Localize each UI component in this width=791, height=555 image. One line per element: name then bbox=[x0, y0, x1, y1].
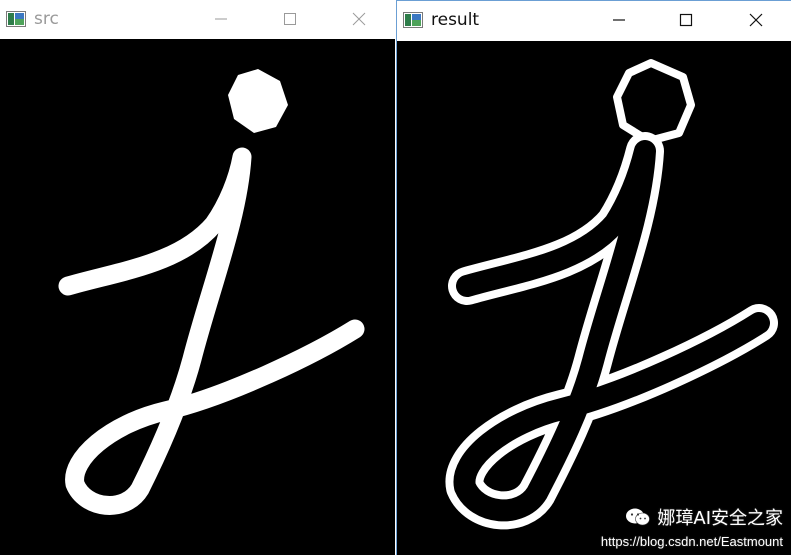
app-image-icon bbox=[403, 12, 423, 28]
result-image-canvas: 娜璋AI安全之家 https://blog.csdn.net/Eastmount bbox=[397, 41, 791, 555]
maximize-icon bbox=[284, 13, 296, 25]
close-button[interactable] bbox=[336, 0, 382, 38]
titlebar-src[interactable]: src bbox=[0, 0, 395, 38]
maximize-button[interactable] bbox=[663, 1, 709, 39]
close-icon bbox=[749, 13, 763, 27]
src-image-canvas bbox=[0, 39, 395, 555]
close-button[interactable] bbox=[733, 1, 779, 39]
maximize-icon bbox=[679, 13, 693, 27]
wechat-icon bbox=[626, 508, 651, 526]
app-image-icon bbox=[6, 11, 26, 27]
window-title: src bbox=[34, 9, 59, 29]
maximize-button[interactable] bbox=[267, 0, 313, 38]
minimize-button[interactable] bbox=[198, 0, 244, 38]
src-window: src bbox=[0, 0, 395, 555]
result-window: result 娜璋AI安全之家 https://blog.csdn.net/Ea… bbox=[396, 0, 791, 555]
result-contour-image bbox=[445, 59, 778, 530]
watermark-url: https://blog.csdn.net/Eastmount bbox=[600, 534, 783, 549]
window-title: result bbox=[431, 10, 480, 30]
minimize-icon bbox=[215, 18, 227, 20]
watermark-brand: 娜璋AI安全之家 bbox=[657, 508, 783, 529]
minimize-icon bbox=[613, 19, 625, 21]
close-icon bbox=[352, 12, 366, 26]
minimize-button[interactable] bbox=[596, 1, 642, 39]
titlebar-result[interactable]: result bbox=[397, 1, 791, 39]
src-letter-j-image bbox=[58, 69, 365, 515]
watermark: 娜璋AI安全之家 https://blog.csdn.net/Eastmount bbox=[601, 504, 783, 549]
